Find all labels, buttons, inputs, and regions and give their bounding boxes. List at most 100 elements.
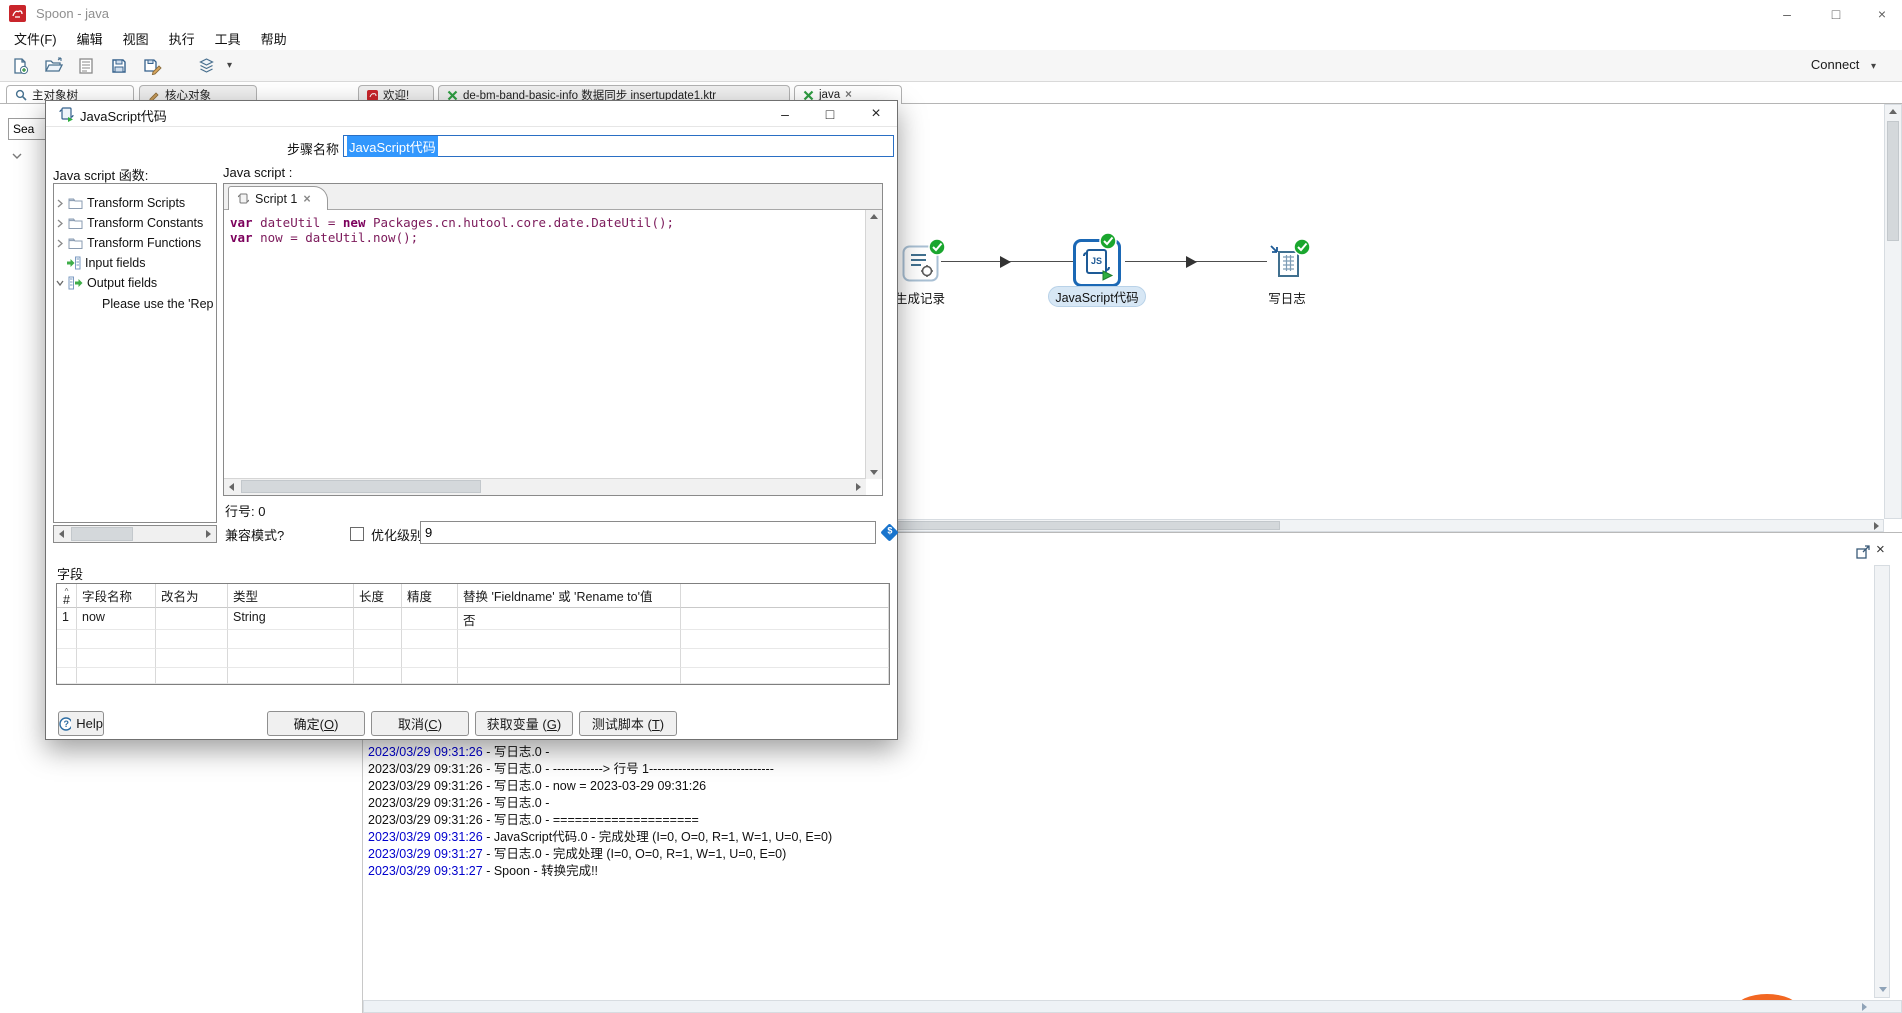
fields-table[interactable]: ^# 字段名称 改名为 类型 长度 精度 替换 'Fieldname' 或 'R… xyxy=(56,583,890,685)
tree-horizontal-scrollbar[interactable] xyxy=(53,525,217,543)
cell-row1-length[interactable] xyxy=(354,608,402,630)
empty-cell[interactable] xyxy=(228,668,354,684)
variable-dollar-icon[interactable]: $ xyxy=(880,523,898,541)
column-header-type[interactable]: 类型 xyxy=(228,584,354,608)
cell-row1-index[interactable]: 1 xyxy=(57,608,77,630)
dialog-close-button[interactable]: × xyxy=(859,101,893,127)
empty-cell[interactable] xyxy=(402,649,458,668)
column-header-rename[interactable]: 改名为 xyxy=(156,584,228,608)
menu-edit[interactable]: 编辑 xyxy=(67,27,113,50)
empty-cell[interactable] xyxy=(402,668,458,684)
cell-row1-replace[interactable]: 否 xyxy=(458,608,681,630)
tree-item-transform-scripts[interactable]: Transform Scripts xyxy=(56,196,185,210)
window-maximize-button[interactable]: □ xyxy=(1819,0,1853,27)
scroll-left-arrow[interactable] xyxy=(59,530,64,538)
empty-cell[interactable] xyxy=(57,649,77,668)
tree-item-output-fields[interactable]: Output fields xyxy=(56,276,157,290)
functions-tree[interactable]: Transform Scripts Transform Constants Tr… xyxy=(53,183,217,523)
menu-help[interactable]: 帮助 xyxy=(251,27,297,50)
close-execution-panel-icon[interactable]: × xyxy=(1876,541,1885,558)
optimization-level-input[interactable] xyxy=(420,521,876,544)
scroll-up-arrow[interactable] xyxy=(870,214,878,219)
cell-row1-precision[interactable] xyxy=(402,608,458,630)
editor-hscroll-thumb[interactable] xyxy=(241,480,481,493)
save-as-button[interactable] xyxy=(139,53,165,79)
cell-row1-type[interactable]: String xyxy=(228,608,354,630)
cell-row1-rename[interactable] xyxy=(156,608,228,630)
tree-expander-chevron-icon[interactable] xyxy=(12,152,22,160)
scroll-right-arrow[interactable] xyxy=(1874,522,1879,530)
help-button[interactable]: ? Help xyxy=(58,711,104,736)
empty-cell[interactable] xyxy=(458,668,681,684)
scroll-down-arrow[interactable] xyxy=(1879,987,1887,992)
empty-cell[interactable] xyxy=(228,649,354,668)
editor-vertical-scrollbar[interactable] xyxy=(865,210,882,479)
save-button[interactable] xyxy=(106,53,132,79)
dialog-minimize-button[interactable]: – xyxy=(768,101,802,127)
scroll-down-arrow[interactable] xyxy=(870,470,878,475)
step-name-input[interactable]: JavaScript代码 xyxy=(343,135,894,157)
ok-button[interactable]: 确定(O) xyxy=(267,711,365,736)
scroll-right-arrow[interactable] xyxy=(206,530,211,538)
code-editor[interactable]: var dateUtil = new Packages.cn.hutool.co… xyxy=(230,215,674,245)
test-script-button[interactable]: 测试脚本 (T) xyxy=(579,711,677,736)
connect-button[interactable]: Connect ▾ xyxy=(1811,57,1876,72)
menu-tools[interactable]: 工具 xyxy=(205,27,251,50)
menu-file[interactable]: 文件(F) xyxy=(4,27,67,50)
empty-cell[interactable] xyxy=(156,649,228,668)
column-header-fieldname[interactable]: 字段名称 xyxy=(77,584,156,608)
get-variables-button[interactable]: 获取变量 (G) xyxy=(475,711,573,736)
column-header-length[interactable]: 长度 xyxy=(354,584,402,608)
tree-hscroll-thumb[interactable] xyxy=(71,527,133,541)
empty-cell[interactable] xyxy=(57,668,77,684)
empty-cell[interactable] xyxy=(228,630,354,649)
tree-item-transform-functions[interactable]: Transform Functions xyxy=(56,236,201,250)
step-label-javascript[interactable]: JavaScript代码 xyxy=(1048,286,1146,307)
new-file-button[interactable] xyxy=(7,53,33,79)
empty-cell[interactable] xyxy=(354,668,402,684)
scroll-right-arrow[interactable] xyxy=(1862,1003,1867,1011)
menu-run[interactable]: 执行 xyxy=(159,27,205,50)
open-log-in-window-icon[interactable] xyxy=(1856,545,1870,559)
empty-cell[interactable] xyxy=(458,649,681,668)
perspective-caret-icon[interactable]: ▾ xyxy=(227,60,232,71)
open-file-button[interactable] xyxy=(40,53,66,79)
dialog-title-bar[interactable]: JavaScript代码 – □ × xyxy=(46,101,897,127)
empty-cell[interactable] xyxy=(458,630,681,649)
column-header-precision[interactable]: 精度 xyxy=(402,584,458,608)
tree-item-input-fields[interactable]: Input fields xyxy=(66,256,145,270)
column-header-index[interactable]: ^# xyxy=(57,584,77,608)
empty-cell[interactable] xyxy=(354,649,402,668)
empty-cell[interactable] xyxy=(402,630,458,649)
menu-view[interactable]: 视图 xyxy=(113,27,159,50)
canvas-vscroll-thumb[interactable] xyxy=(1887,121,1899,241)
canvas-vertical-scrollbar[interactable] xyxy=(1884,104,1902,519)
compat-mode-checkbox[interactable] xyxy=(350,527,364,541)
explore-repository-button[interactable] xyxy=(73,53,99,79)
column-header-replace[interactable]: 替换 'Fieldname' 或 'Rename to'值 xyxy=(458,584,681,608)
step-label-write-log[interactable]: 写日志 xyxy=(1251,288,1323,307)
empty-cell[interactable] xyxy=(77,630,156,649)
tree-item-transform-constants[interactable]: Transform Constants xyxy=(56,216,203,230)
tree-item-output-note[interactable]: Please use the 'Rep xyxy=(102,297,214,311)
dialog-maximize-button[interactable]: □ xyxy=(813,101,847,127)
script-tab[interactable]: Script 1 × xyxy=(228,186,328,210)
window-close-button[interactable]: × xyxy=(1865,0,1899,27)
perspective-switcher-button[interactable] xyxy=(193,53,219,79)
editor-horizontal-scrollbar[interactable] xyxy=(224,478,866,495)
scroll-left-arrow[interactable] xyxy=(229,483,234,491)
empty-cell[interactable] xyxy=(77,649,156,668)
log-vertical-scrollbar[interactable] xyxy=(1874,565,1890,998)
empty-cell[interactable] xyxy=(156,630,228,649)
log-horizontal-scrollbar[interactable] xyxy=(363,1000,1902,1013)
scroll-up-arrow[interactable] xyxy=(1889,109,1897,114)
scroll-right-arrow[interactable] xyxy=(856,483,861,491)
empty-cell[interactable] xyxy=(57,630,77,649)
cell-row1-fieldname[interactable]: now xyxy=(77,608,156,630)
cancel-button[interactable]: 取消(C) xyxy=(371,711,469,736)
window-minimize-button[interactable]: – xyxy=(1770,0,1804,27)
empty-cell[interactable] xyxy=(354,630,402,649)
empty-cell[interactable] xyxy=(77,668,156,684)
script-tab-close-icon[interactable]: × xyxy=(303,192,310,206)
empty-cell[interactable] xyxy=(156,668,228,684)
